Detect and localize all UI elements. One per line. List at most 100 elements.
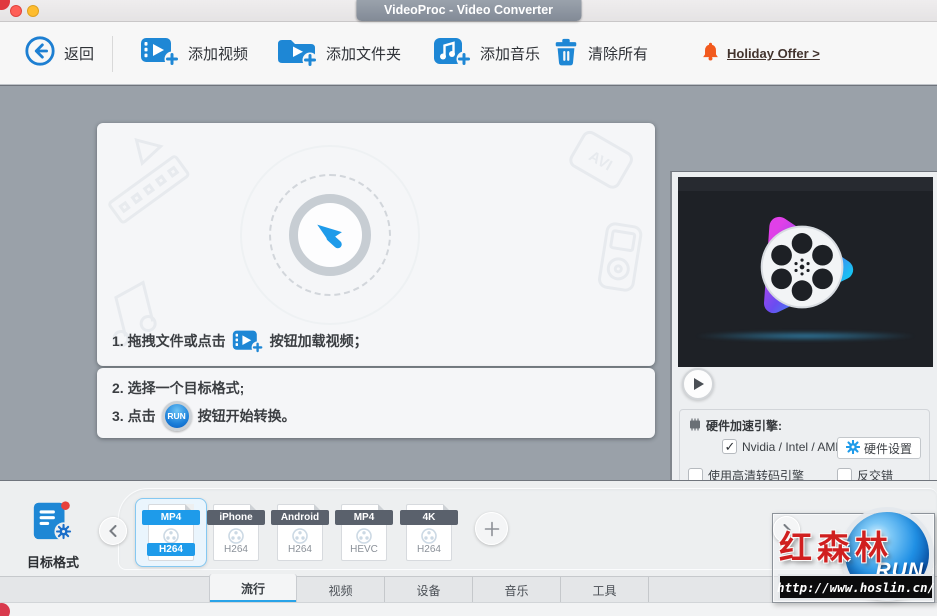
chip-icon xyxy=(687,418,703,434)
format-card-android-h264[interactable]: Android H264 xyxy=(270,504,330,561)
tab-video[interactable]: 视频 xyxy=(297,577,385,603)
media-player-decor-icon xyxy=(598,222,643,292)
file-icon: MP4 H264 xyxy=(142,504,200,561)
add-folder-label: 添加文件夹 xyxy=(326,46,402,63)
format-card-mp4-h264[interactable]: MP4 H264 xyxy=(135,498,207,567)
step3-prefix: 3. 点击 xyxy=(112,408,156,424)
bell-icon xyxy=(702,41,719,66)
film-reel-icon xyxy=(228,528,244,544)
file-icon: MP4 HEVC xyxy=(335,504,393,561)
tab-label: 设备 xyxy=(416,583,441,598)
videoproc-logo xyxy=(760,216,854,314)
format-codec-badge: H264 xyxy=(224,544,248,555)
step1-suffix: 按钮加载视频； xyxy=(269,333,368,349)
add-video-button[interactable]: 添加视频 xyxy=(140,22,248,85)
toolbar-divider xyxy=(112,36,113,72)
gpu-label: Nvidia / Intel / AMD xyxy=(742,439,845,454)
format-codec-badge: H264 xyxy=(147,543,195,556)
step1-prefix: 1. 拖拽文件或点击 xyxy=(112,333,226,349)
file-icon: iPhone H264 xyxy=(207,504,265,561)
holiday-offer-label: Holiday Offer > xyxy=(727,46,820,61)
format-codec-badge: HEVC xyxy=(350,544,378,555)
tab-device[interactable]: 设备 xyxy=(385,577,473,603)
toolbar: 返回 添加视频 添加文件夹 添加音乐 清除所有 Holiday Offer > xyxy=(0,22,937,85)
film-reel-icon xyxy=(356,528,372,544)
play-preview-button[interactable] xyxy=(682,368,714,400)
target-format-label: 目标格式 xyxy=(26,555,79,570)
step2-instruction: 2. 选择一个目标格式; xyxy=(112,380,245,396)
run-mini-button-icon: RUN xyxy=(161,401,192,431)
add-music-button[interactable]: 添加音乐 xyxy=(432,22,540,85)
file-icon: 4K H264 xyxy=(400,504,458,561)
format-container-badge: Android xyxy=(271,510,329,525)
watermark-corner-mark-top xyxy=(0,0,10,10)
gear-icon xyxy=(845,439,861,457)
clear-all-label: 清除所有 xyxy=(588,46,649,63)
add-folder-icon xyxy=(276,35,318,72)
avi-file-decor-icon: AVI xyxy=(569,130,633,189)
add-music-icon xyxy=(432,35,472,72)
target-format-button[interactable]: 目标格式 xyxy=(16,497,90,571)
hardware-settings-button[interactable]: 硬件设置 xyxy=(836,437,921,459)
back-label: 返回 xyxy=(64,46,95,63)
format-codec-badge: H264 xyxy=(288,544,312,555)
trash-icon xyxy=(552,36,580,72)
hardware-title-row: 硬件加速引擎: xyxy=(687,417,782,434)
steps-card: 2. 选择一个目标格式; 3. 点击 RUN 按钮开始转换。 xyxy=(97,368,655,438)
chevron-left-icon xyxy=(109,525,117,537)
film-reel-icon xyxy=(421,528,437,544)
add-video-mini-icon xyxy=(232,328,264,354)
tab-tools[interactable]: 工具 xyxy=(561,577,649,603)
format-container-badge: MP4 xyxy=(142,510,200,525)
film-reel-icon xyxy=(163,528,179,544)
format-card-iphone-h264[interactable]: iPhone H264 xyxy=(206,504,266,561)
format-card-mp4-hevc[interactable]: MP4 HEVC xyxy=(334,504,394,561)
video-preview xyxy=(678,177,933,367)
videoproc-window: VideoProc - Video Converter 返回 添加视频 添加文件… xyxy=(0,0,937,616)
bottom-strip xyxy=(0,602,937,616)
close-window-button[interactable] xyxy=(10,5,22,17)
gpu-option: Nvidia / Intel / AMD xyxy=(722,439,845,455)
format-container-badge: 4K xyxy=(400,510,458,525)
minimize-window-button[interactable] xyxy=(27,5,39,17)
tab-popular[interactable]: 流行 xyxy=(209,574,297,603)
avi-decor-label: AVI xyxy=(586,148,615,175)
tab-label: 流行 xyxy=(240,582,265,596)
tab-label: 音乐 xyxy=(504,583,529,598)
hardware-title: 硬件加速引擎: xyxy=(706,419,782,433)
preview-glow xyxy=(696,331,915,341)
back-button[interactable]: 返回 xyxy=(24,22,94,85)
ring-circle xyxy=(289,194,371,276)
cursor-arrow-icon xyxy=(317,224,342,249)
tab-music[interactable]: 音乐 xyxy=(473,577,561,603)
step3-instruction: 3. 点击 RUN 按钮开始转换。 xyxy=(112,401,296,431)
add-video-icon xyxy=(140,35,180,72)
add-folder-button[interactable]: 添加文件夹 xyxy=(276,22,401,85)
gpu-checkbox[interactable] xyxy=(722,439,737,455)
window-title: VideoProc - Video Converter xyxy=(355,0,582,21)
holiday-offer-link[interactable]: Holiday Offer > xyxy=(702,22,820,85)
clear-all-button[interactable]: 清除所有 xyxy=(552,22,648,85)
back-arrow-icon xyxy=(24,35,56,72)
film-reel-icon xyxy=(292,528,308,544)
tab-label: 视频 xyxy=(328,583,353,598)
tab-label: 工具 xyxy=(592,583,617,598)
format-card-4k-h264[interactable]: 4K H264 xyxy=(399,504,459,561)
main-stage: AVI 1. 拖拽文件或点击 按钮加载视频； 2. 选择一个目标格式; 3. 点… xyxy=(0,85,937,566)
add-format-button[interactable] xyxy=(475,512,508,545)
drop-zone-card: AVI 1. 拖拽文件或点击 按钮加载视频； xyxy=(97,123,655,366)
step1-instruction: 1. 拖拽文件或点击 按钮加载视频； xyxy=(112,328,368,354)
format-container-badge: MP4 xyxy=(335,510,393,525)
hardware-settings-label: 硬件设置 xyxy=(863,441,912,456)
watermark-url: http://www.hoslin.cn/ xyxy=(777,574,935,600)
add-video-label: 添加视频 xyxy=(188,46,249,63)
format-container-badge: iPhone xyxy=(207,510,265,525)
target-format-icon xyxy=(33,501,73,541)
format-codec-badge: H264 xyxy=(417,544,441,555)
preview-top-strip xyxy=(678,177,933,191)
play-icon xyxy=(693,378,704,390)
drop-target-circle[interactable] xyxy=(240,145,420,325)
scroll-formats-left-button[interactable] xyxy=(99,517,127,545)
film-strip-decor-icon xyxy=(108,137,190,224)
file-icon: Android H264 xyxy=(271,504,329,561)
